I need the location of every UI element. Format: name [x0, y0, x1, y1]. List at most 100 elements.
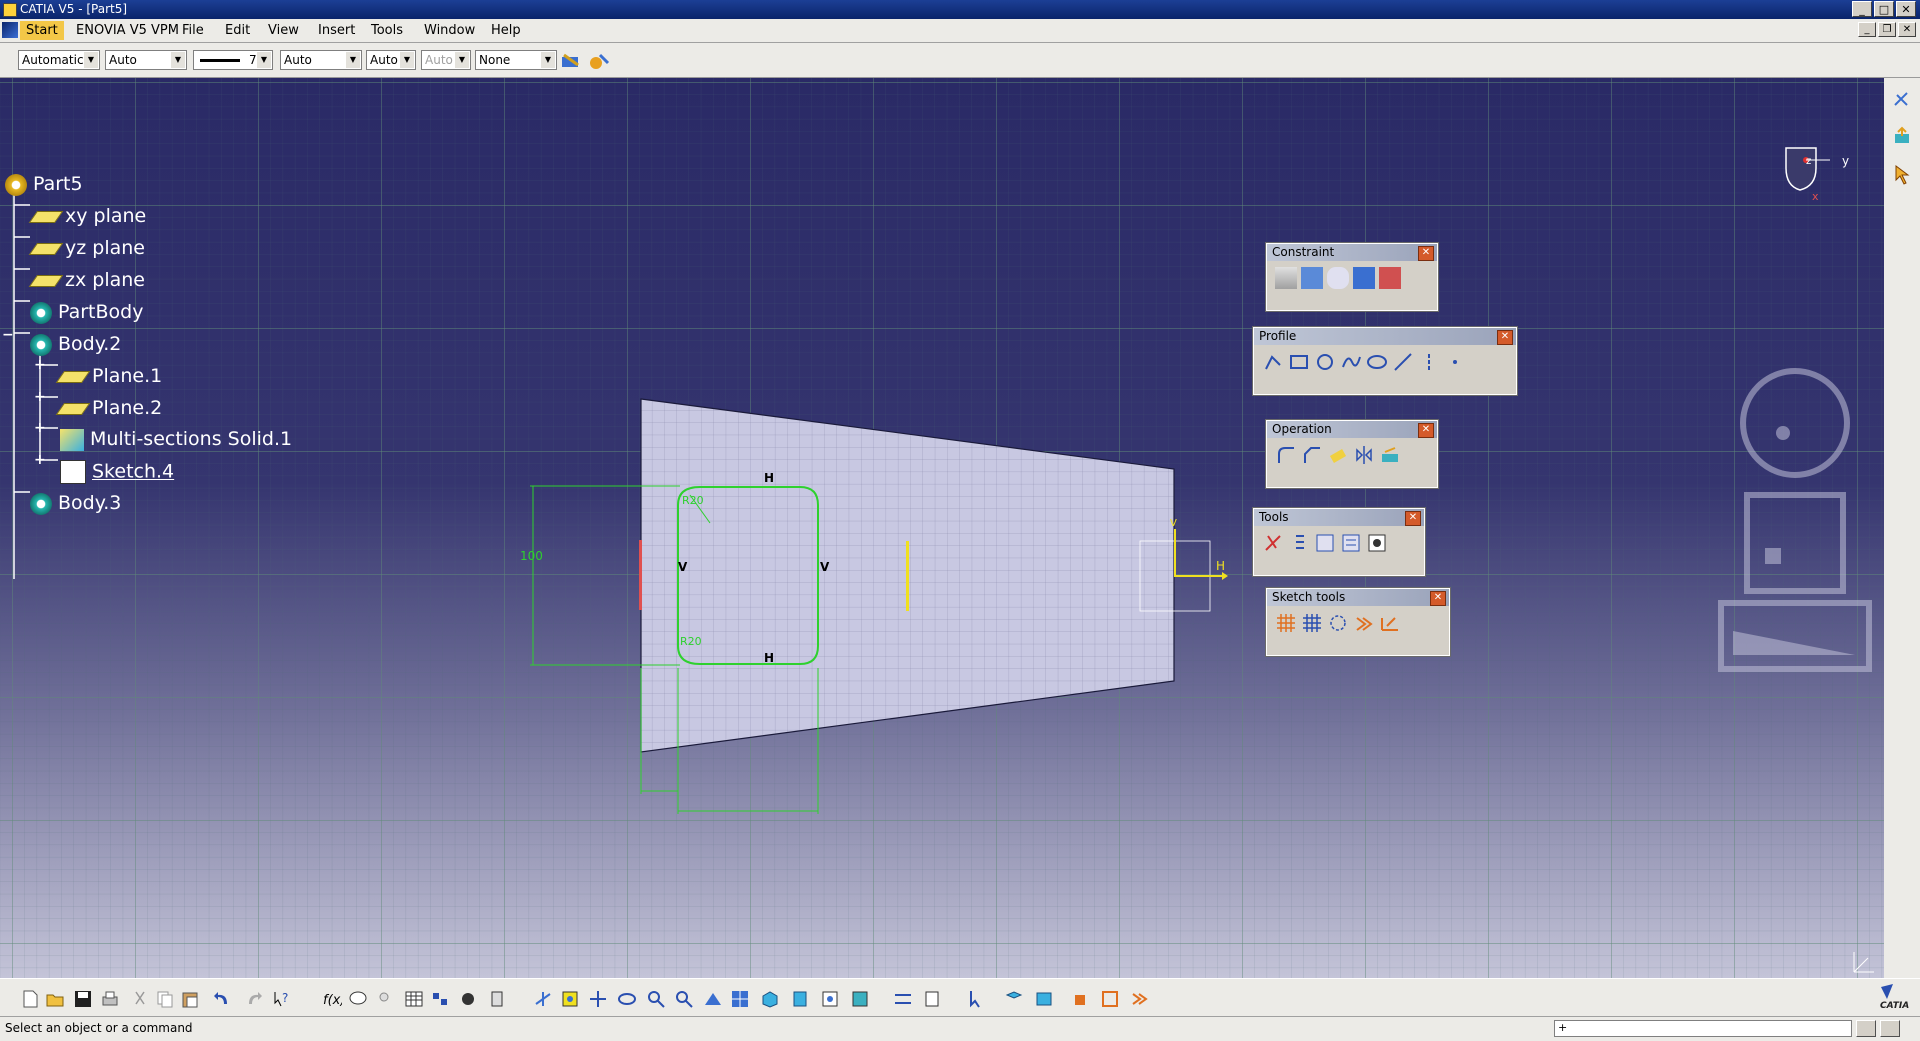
tree-root-part5[interactable]: Part5	[5, 173, 83, 196]
corner-icon[interactable]	[1275, 444, 1297, 466]
fit-all-icon[interactable]	[560, 989, 580, 1009]
menu-window[interactable]: Window	[424, 23, 475, 38]
close-icon[interactable]: ✕	[1405, 511, 1421, 526]
close-icon[interactable]: ✕	[1418, 423, 1434, 438]
select-icon[interactable]	[967, 989, 987, 1009]
stop-command-button[interactable]	[1856, 1020, 1876, 1037]
line-type-select[interactable]: Auto ▼	[280, 50, 362, 70]
iso-view-icon[interactable]	[760, 989, 780, 1009]
ellipse-icon[interactable]	[1366, 351, 1388, 373]
swap-visible-space-icon[interactable]	[850, 989, 870, 1009]
doc-restore-button[interactable]: ❐	[1878, 22, 1896, 37]
open-icon[interactable]	[45, 989, 65, 1009]
dimensional-constraints-icon[interactable]	[1379, 612, 1401, 634]
multi-view-icon[interactable]	[730, 989, 750, 1009]
tools-toolbar[interactable]: Tools ✕	[1252, 507, 1426, 577]
format-painter-icon[interactable]	[560, 51, 584, 71]
compass-icon[interactable]	[1780, 138, 1850, 198]
construction-element-icon[interactable]	[1262, 532, 1284, 554]
toolbar-caption[interactable]: Tools ✕	[1254, 509, 1424, 526]
analysis-icon[interactable]	[488, 989, 508, 1009]
redo-icon[interactable]	[244, 989, 264, 1009]
layer-select[interactable]: None ▼	[475, 50, 557, 70]
formula-icon[interactable]: f(x)	[322, 989, 342, 1009]
3d-viewport[interactable]: 100 R20 R20 H H V V H V Part5 xy plane y…	[0, 78, 1884, 978]
grid-icon[interactable]	[1275, 612, 1297, 634]
profile-icon[interactable]	[1262, 351, 1284, 373]
point-type-select[interactable]: Auto ▼	[366, 50, 416, 70]
toolbar-caption[interactable]: Constraint ✕	[1267, 244, 1437, 261]
menu-file[interactable]: File	[182, 23, 204, 38]
mirror-icon[interactable]	[1353, 444, 1375, 466]
rotate-icon[interactable]	[617, 989, 637, 1009]
tree-item-xy-plane[interactable]: xy plane	[28, 205, 146, 227]
toolbar-caption[interactable]: Profile ✕	[1254, 328, 1516, 345]
project-3d-elements-icon[interactable]	[1379, 444, 1401, 466]
radius-bottom-dimension[interactable]: R20	[680, 635, 702, 648]
tree-item-body3[interactable]: Body.3	[30, 492, 121, 515]
catalog-icon[interactable]	[430, 989, 450, 1009]
feature-icon[interactable]	[1034, 989, 1054, 1009]
table-icon[interactable]	[404, 989, 424, 1009]
tree-item-body2[interactable]: Body.2	[30, 333, 121, 356]
spline-icon[interactable]	[1340, 351, 1362, 373]
tree-item-yz-plane[interactable]: yz plane	[28, 237, 145, 259]
select-arrow-icon[interactable]	[1892, 164, 1912, 186]
exit-sketch-icon[interactable]	[1892, 126, 1912, 146]
color-select[interactable]: Automatic ▼	[18, 50, 100, 70]
sketch-analysis-icon[interactable]	[1314, 532, 1336, 554]
geometric-constraint-icon[interactable]	[1072, 989, 1092, 1009]
zoom-out-icon[interactable]	[674, 989, 694, 1009]
menu-edit[interactable]: Edit	[225, 23, 250, 38]
cut-icon[interactable]	[130, 989, 150, 1009]
sketch-view-icon[interactable]	[922, 989, 942, 1009]
close-button[interactable]: ✕	[1896, 1, 1916, 17]
dimension-height[interactable]: 100	[520, 549, 543, 563]
point-icon[interactable]	[1444, 351, 1466, 373]
toolbar-caption[interactable]: Operation ✕	[1267, 421, 1437, 438]
light-icon[interactable]	[374, 989, 394, 1009]
output-feature-icon[interactable]	[1366, 532, 1388, 554]
chamfer-icon[interactable]	[1301, 444, 1323, 466]
geometrical-constraints-icon[interactable]	[1353, 612, 1375, 634]
line-icon[interactable]	[1392, 351, 1414, 373]
radius-top-dimension[interactable]: R20	[682, 494, 704, 507]
save-icon[interactable]	[73, 989, 93, 1009]
menu-insert[interactable]: Insert	[318, 23, 355, 38]
expand-icon[interactable]: +	[34, 390, 46, 404]
menu-help[interactable]: Help	[491, 23, 521, 38]
contact-constraint-icon[interactable]	[1327, 267, 1349, 289]
document-icon[interactable]	[2, 22, 18, 38]
line-weight-select[interactable]: 7 ▼	[193, 50, 273, 70]
fly-mode-icon[interactable]	[533, 989, 553, 1009]
expand-icon[interactable]: +	[34, 358, 46, 372]
tree-item-plane1[interactable]: Plane.1	[55, 365, 162, 387]
undo-icon[interactable]	[212, 989, 232, 1009]
exit-workbench-icon[interactable]	[1892, 90, 1912, 110]
operation-toolbar[interactable]: Operation ✕	[1265, 419, 1439, 489]
knowledge-advisor-icon[interactable]	[348, 989, 368, 1009]
print-icon[interactable]	[100, 989, 120, 1009]
new-icon[interactable]	[20, 989, 40, 1009]
auto-constraint-icon[interactable]	[1379, 267, 1401, 289]
profile-toolbar[interactable]: Profile ✕	[1252, 326, 1518, 396]
shading-icon[interactable]	[790, 989, 810, 1009]
axis-icon[interactable]	[1418, 351, 1440, 373]
copy-icon[interactable]	[155, 989, 175, 1009]
zoom-in-icon[interactable]	[646, 989, 666, 1009]
constraint-toolbar[interactable]: Constraint ✕	[1265, 242, 1439, 312]
equation-list-icon[interactable]	[1288, 532, 1310, 554]
whats-this-icon[interactable]: ?	[272, 989, 292, 1009]
measure-icon[interactable]	[458, 989, 478, 1009]
tree-item-plane2[interactable]: Plane.2	[55, 397, 162, 419]
transparency-select[interactable]: Auto ▼	[105, 50, 187, 70]
sketch-tools-toolbar[interactable]: Sketch tools ✕	[1265, 587, 1451, 657]
close-icon[interactable]: ✕	[1497, 330, 1513, 345]
normal-view-icon[interactable]	[703, 989, 723, 1009]
bounding-box-icon[interactable]	[1004, 989, 1024, 1009]
minimize-button[interactable]: _	[1852, 1, 1872, 17]
paste-icon[interactable]	[180, 989, 200, 1009]
constraint-dialog-icon[interactable]	[1275, 267, 1297, 289]
dimensional-constraint-icon[interactable]	[1100, 989, 1120, 1009]
doc-close-button[interactable]: ✕	[1898, 22, 1916, 37]
